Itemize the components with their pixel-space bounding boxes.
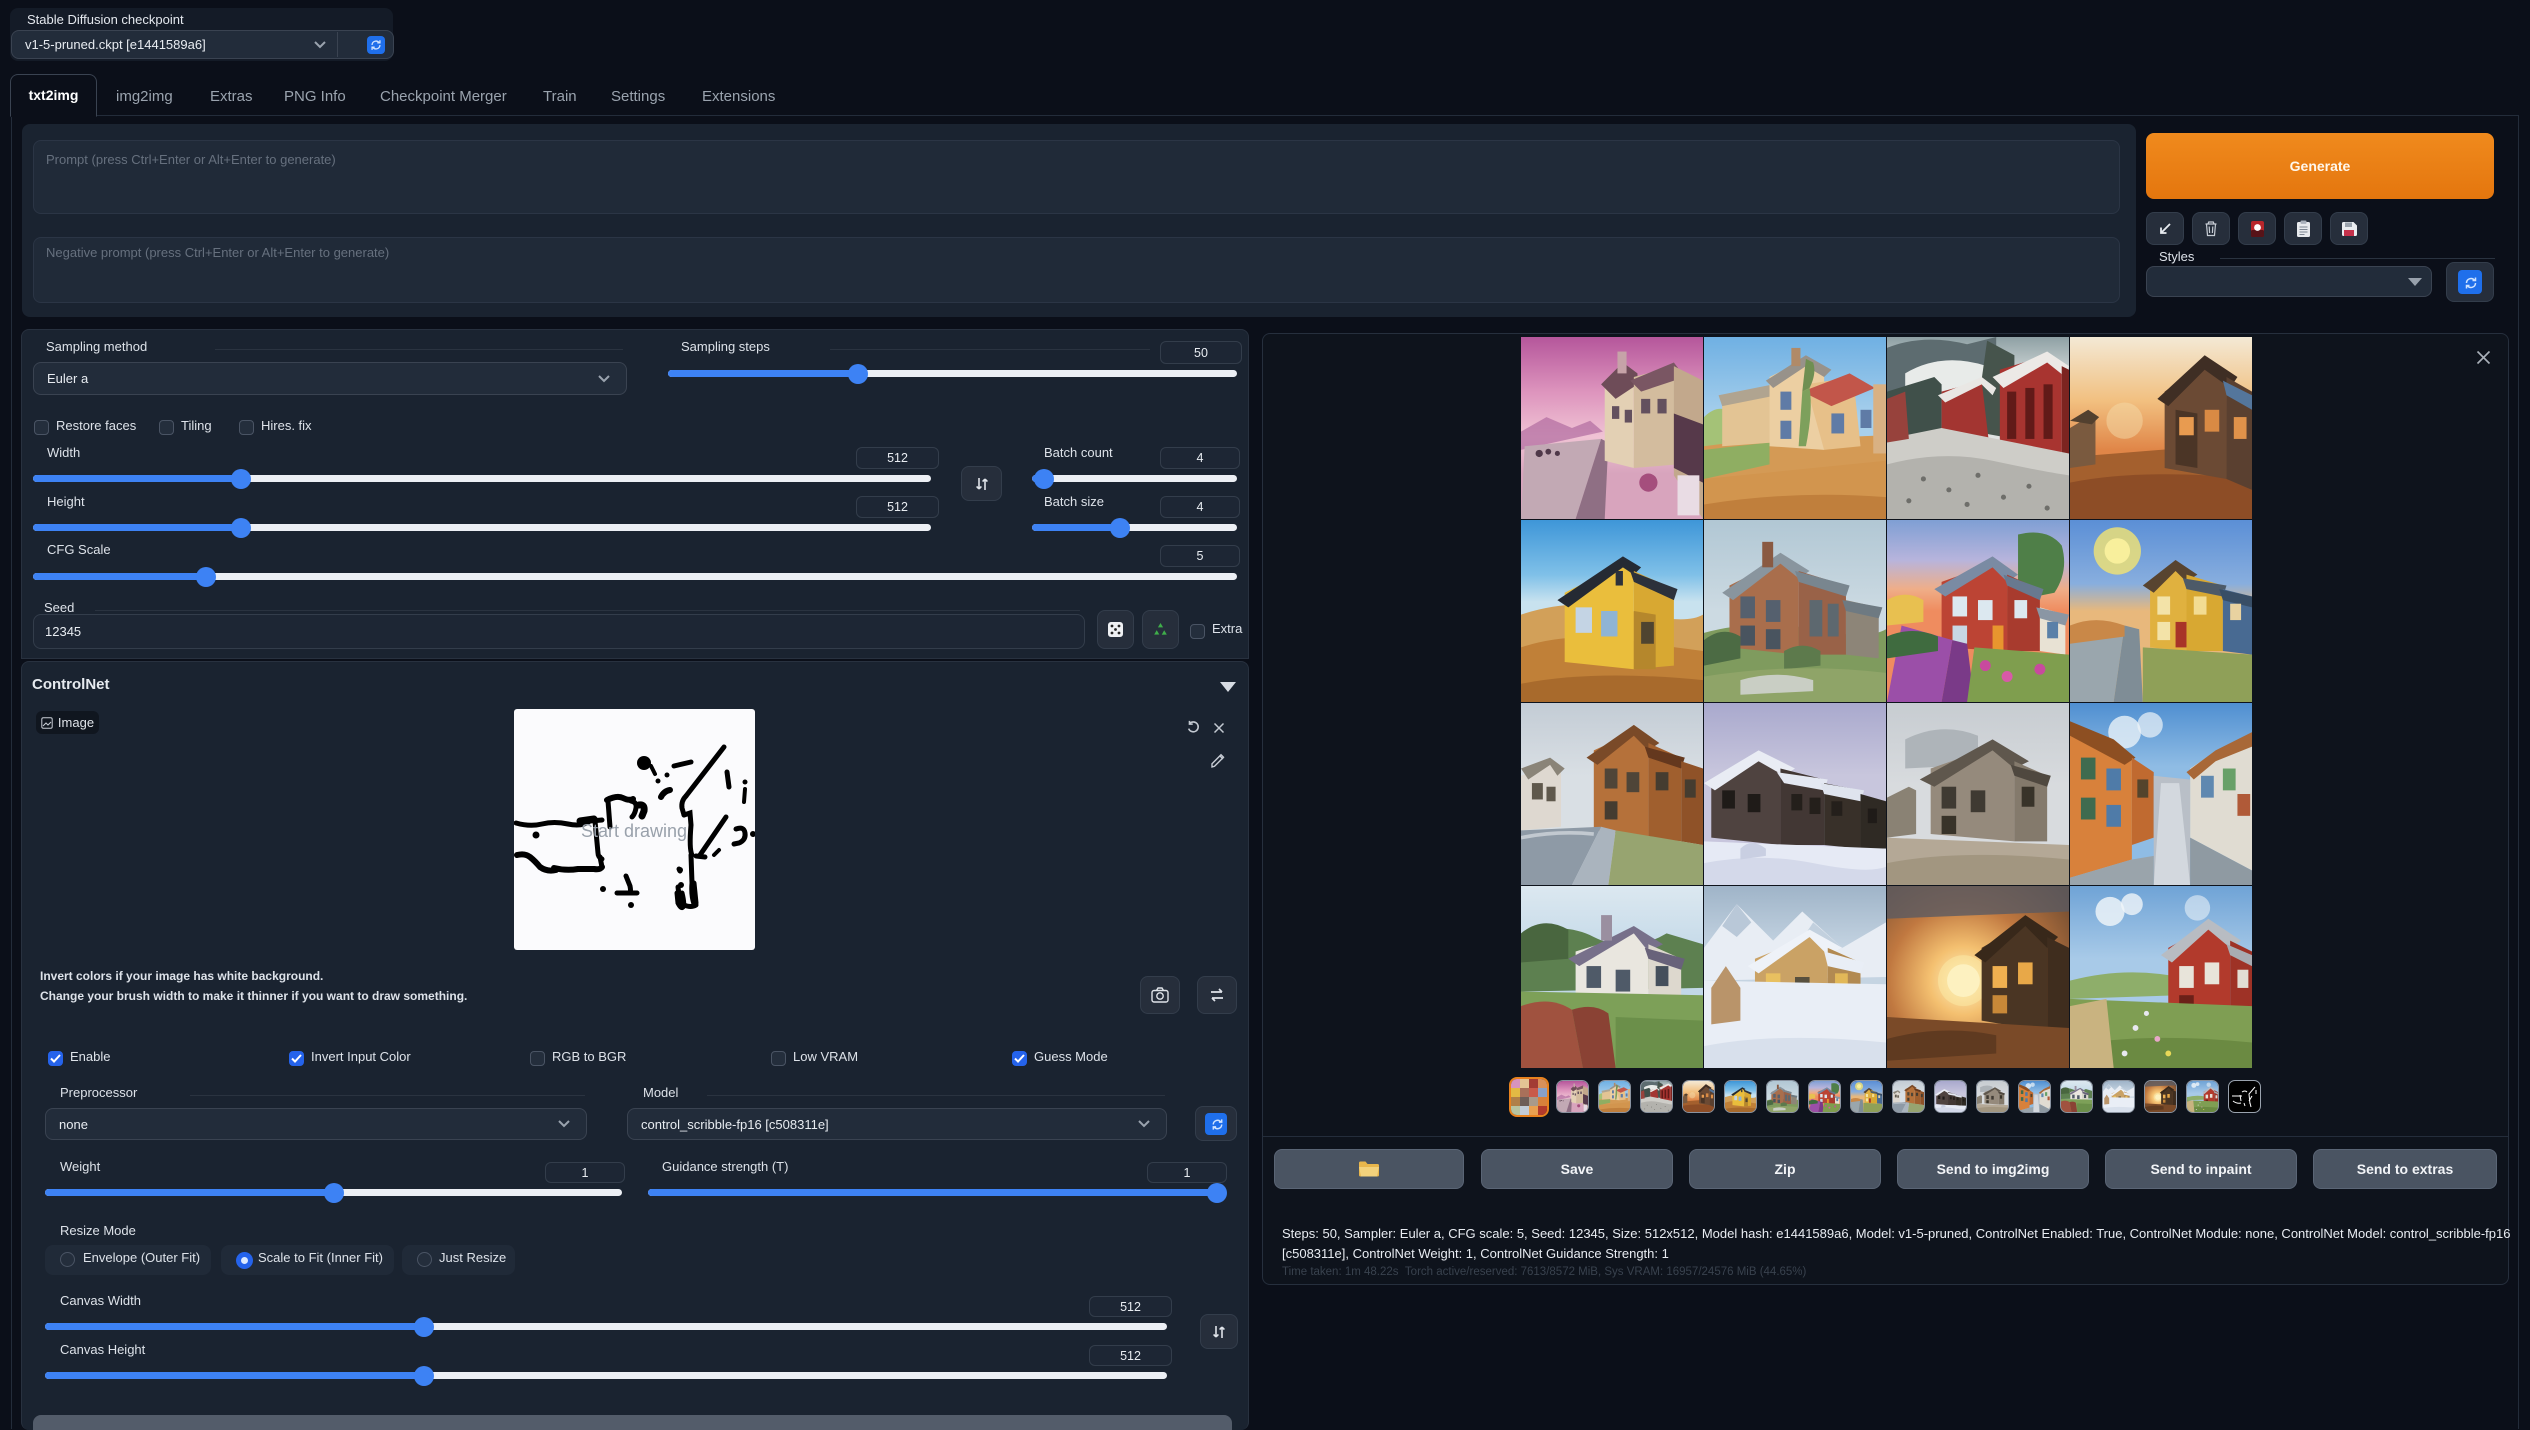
svg-text:Start drawing: Start drawing — [581, 821, 687, 841]
